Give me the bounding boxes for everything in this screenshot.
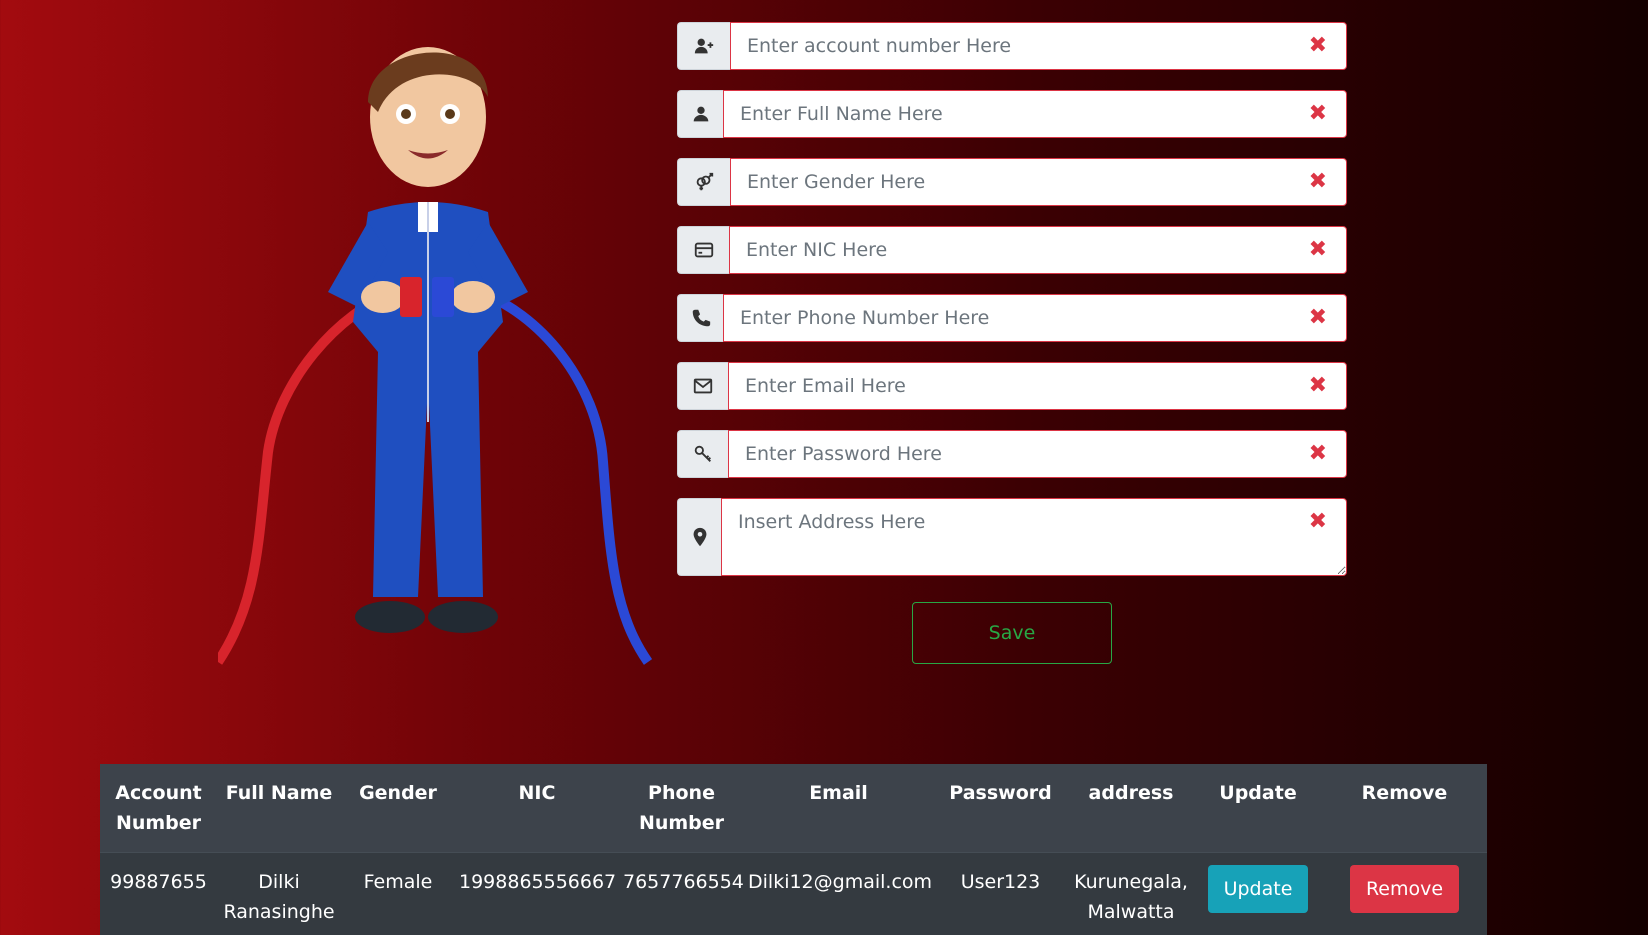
clear-gender-icon[interactable]: ✖ [1309, 171, 1327, 193]
phone-row: ✖ [677, 294, 1347, 342]
cell-account-number: 99887655 [100, 853, 217, 935]
phone-icon [677, 294, 723, 342]
clear-nic-icon[interactable]: ✖ [1309, 239, 1327, 261]
address-row: ✖ [677, 498, 1347, 576]
key-icon [677, 430, 728, 478]
cell-full-name: Dilki Ranasinghe [217, 853, 341, 935]
user-plus-icon [677, 22, 730, 70]
electrician-illustration [218, 22, 656, 672]
cell-remove: Remove [1322, 853, 1487, 935]
gender-icon [677, 158, 730, 206]
header-full-name: Full Name [217, 764, 341, 853]
header-account-number: Account Number [100, 764, 217, 853]
address-textarea[interactable] [721, 498, 1347, 576]
cell-password: User123 [933, 853, 1068, 935]
header-address: address [1068, 764, 1194, 853]
cell-email: Dilki12@gmail.com [744, 853, 933, 935]
clear-full-name-icon[interactable]: ✖ [1309, 103, 1327, 125]
header-email: Email [744, 764, 933, 853]
update-button[interactable]: Update [1208, 865, 1309, 913]
password-row: ✖ [677, 430, 1347, 478]
email-row: ✖ [677, 362, 1347, 410]
map-marker-icon [677, 498, 721, 576]
clear-account-number-icon[interactable]: ✖ [1309, 35, 1327, 57]
header-update: Update [1194, 764, 1322, 853]
header-nic: NIC [455, 764, 619, 853]
clear-phone-icon[interactable]: ✖ [1309, 307, 1327, 329]
gender-row: ✖ [677, 158, 1347, 206]
clear-email-icon[interactable]: ✖ [1309, 375, 1327, 397]
account-form: ✖ ✖ ✖ ✖ ✖ ✖ [677, 22, 1347, 596]
cell-gender: Female [341, 853, 455, 935]
cell-phone: 7657766554 [619, 853, 744, 935]
account-number-input[interactable] [730, 22, 1347, 70]
email-input[interactable] [728, 362, 1347, 410]
header-phone-number: Phone Number [619, 764, 744, 853]
envelope-icon [677, 362, 728, 410]
user-icon [677, 90, 723, 138]
save-button[interactable]: Save [912, 602, 1112, 664]
header-password: Password [933, 764, 1068, 853]
clear-address-icon[interactable]: ✖ [1309, 511, 1327, 533]
header-remove: Remove [1322, 764, 1487, 853]
nic-row: ✖ [677, 226, 1347, 274]
cell-update: Update [1194, 853, 1322, 935]
table-header-row: Account Number Full Name Gender NIC Phon… [100, 764, 1487, 853]
cell-nic: 1998865556667 [455, 853, 619, 935]
cell-address: Kurunegala, Malwatta [1068, 853, 1194, 935]
account-number-row: ✖ [677, 22, 1347, 70]
gender-input[interactable] [730, 158, 1347, 206]
nic-input[interactable] [729, 226, 1347, 274]
id-card-icon [677, 226, 729, 274]
header-gender: Gender [341, 764, 455, 853]
table-row: 99887655 Dilki Ranasinghe Female 1998865… [100, 853, 1487, 935]
phone-input[interactable] [723, 294, 1347, 342]
accounts-table: Account Number Full Name Gender NIC Phon… [100, 764, 1487, 935]
clear-password-icon[interactable]: ✖ [1309, 443, 1327, 465]
password-input[interactable] [728, 430, 1347, 478]
full-name-input[interactable] [723, 90, 1347, 138]
full-name-row: ✖ [677, 90, 1347, 138]
remove-button[interactable]: Remove [1350, 865, 1459, 913]
